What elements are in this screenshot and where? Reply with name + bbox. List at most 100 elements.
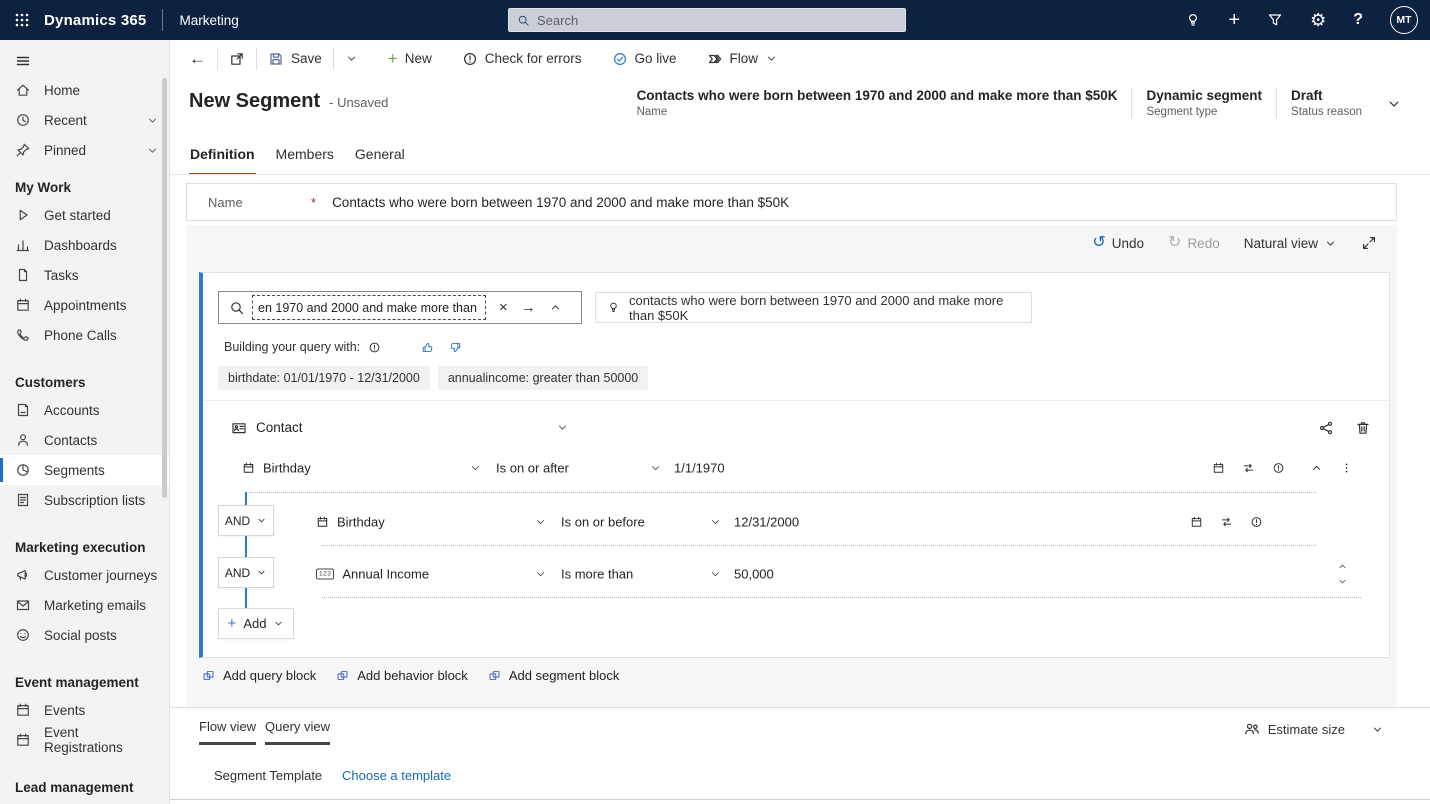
field-dropdown-chevron[interactable]	[534, 567, 547, 580]
chevron-down-icon	[1324, 237, 1337, 250]
tab-members[interactable]: Members	[275, 142, 335, 175]
entity-dropdown-button[interactable]	[556, 421, 569, 434]
estimate-size-button[interactable]: Estimate size	[1244, 721, 1384, 737]
sidebar-item-get-started[interactable]: Get started	[0, 200, 169, 230]
go-live-button[interactable]: Go live	[601, 40, 688, 77]
sidebar-item-dashboards[interactable]: Dashboards	[0, 230, 169, 260]
add-behavior-block-button[interactable]: Add behavior block	[336, 668, 468, 683]
app-name[interactable]: Marketing	[179, 13, 238, 28]
sidebar-item-pinned[interactable]: Pinned	[0, 135, 169, 165]
tab-definition[interactable]: Definition	[189, 142, 256, 175]
save-button[interactable]: Save	[257, 40, 333, 77]
operator-dropdown-chevron[interactable]	[649, 461, 662, 474]
operator-selector[interactable]: Is on or before	[561, 514, 645, 529]
operator-dropdown-chevron[interactable]	[709, 515, 722, 528]
sidebar-item-tasks[interactable]: Tasks	[0, 260, 169, 290]
row-more-button[interactable]	[1331, 461, 1361, 474]
field-dropdown-chevron[interactable]	[469, 461, 482, 474]
expand-designer-button[interactable]	[1353, 235, 1385, 251]
field-selector[interactable]: Birthday	[316, 514, 385, 529]
field-selector[interactable]: 123 Annual Income	[316, 566, 429, 581]
top-app-bar: Dynamics 365 Marketing + ⚙ ? MT	[0, 0, 1430, 40]
flow-button[interactable]: Flow	[696, 40, 790, 77]
collapse-search-button[interactable]	[549, 301, 562, 314]
natural-language-search: × →	[218, 291, 582, 324]
operator-dropdown-chevron[interactable]	[709, 567, 722, 580]
insights-button[interactable]	[1185, 12, 1201, 28]
sidebar-item-phone-calls[interactable]: Phone Calls	[0, 320, 169, 350]
delete-block-button[interactable]	[1355, 420, 1371, 436]
date-picker-button[interactable]	[1181, 515, 1211, 528]
new-button[interactable]: + New	[377, 40, 443, 77]
field-dropdown-chevron[interactable]	[534, 515, 547, 528]
sidebar-item-subscription-lists[interactable]: Subscription lists	[0, 485, 169, 515]
user-avatar[interactable]: MT	[1390, 6, 1418, 34]
add-condition-button[interactable]: + Add	[218, 608, 294, 639]
sidebar-item-social-posts[interactable]: Social posts	[0, 620, 169, 650]
row-info-button[interactable]	[1263, 461, 1293, 474]
clear-query-button[interactable]: ×	[499, 300, 508, 315]
view-mode-dropdown[interactable]: Natural view	[1236, 236, 1345, 251]
thumbs-down-button[interactable]	[449, 341, 462, 354]
global-search-input[interactable]	[537, 13, 897, 28]
row-info-button[interactable]	[1241, 515, 1271, 528]
waffle-menu-button[interactable]	[0, 0, 44, 40]
tab-general[interactable]: General	[354, 142, 406, 175]
stepper-up-button[interactable]	[1337, 561, 1348, 572]
sidebar-item-appointments[interactable]: Appointments	[0, 290, 169, 320]
sidebar-item-contacts[interactable]: Contacts	[0, 425, 169, 455]
redo-button[interactable]: ↻ Redo	[1160, 235, 1228, 251]
flow-view-tab[interactable]: Flow view	[199, 719, 256, 745]
add-segment-block-button[interactable]: Add segment block	[488, 668, 620, 683]
condition-value[interactable]: 1/1/1970	[674, 460, 725, 475]
query-view-tab[interactable]: Query view	[265, 719, 330, 745]
sidebar-item-recent[interactable]: Recent	[0, 105, 169, 135]
sidebar-item-segments[interactable]: Segments	[0, 455, 169, 485]
sidebar-item-accounts[interactable]: Accounts	[0, 395, 169, 425]
sidebar-scrollbar[interactable]	[162, 78, 167, 498]
help-button[interactable]: ?	[1353, 12, 1363, 28]
switch-value-type-button[interactable]	[1211, 515, 1241, 528]
sidebar-item-customer-journeys[interactable]: Customer journeys	[0, 560, 169, 590]
brand-title: Dynamics 365	[44, 12, 146, 29]
save-menu-button[interactable]	[334, 40, 369, 77]
undo-button[interactable]: ↺ Undo	[1084, 235, 1152, 251]
sidebar-item-event-registrations[interactable]: Event Registrations	[0, 725, 169, 755]
logical-operator-dropdown[interactable]: AND	[218, 557, 274, 588]
condition-value[interactable]: 12/31/2000	[734, 514, 799, 529]
operator-selector[interactable]: Is more than	[561, 566, 633, 581]
chevron-down-icon[interactable]	[146, 144, 159, 157]
condition-value[interactable]: 50,000	[734, 566, 774, 581]
sidebar-item-home[interactable]: Home	[0, 75, 169, 105]
chevron-down-icon[interactable]	[146, 114, 159, 127]
logical-operator-dropdown[interactable]: AND	[218, 505, 274, 536]
nl-query-input[interactable]	[252, 295, 486, 320]
submit-query-button[interactable]: →	[521, 300, 536, 315]
date-picker-button[interactable]	[1203, 461, 1233, 474]
sitemap-toggle-button[interactable]	[0, 40, 169, 75]
name-field-value[interactable]: Contacts who were born between 1970 and …	[332, 195, 789, 210]
operator-selector[interactable]: Is on or after	[496, 460, 569, 475]
sidebar-item-marketing-emails[interactable]: Marketing emails	[0, 590, 169, 620]
chevron-down-icon	[1386, 96, 1402, 112]
relationship-button[interactable]	[1318, 420, 1334, 436]
info-icon[interactable]	[368, 341, 381, 354]
quick-create-button[interactable]: +	[1228, 10, 1240, 30]
thumbs-up-button[interactable]	[421, 341, 434, 354]
back-button[interactable]: ←	[178, 40, 217, 77]
field-selector[interactable]: Birthday	[242, 460, 311, 475]
switch-value-type-button[interactable]	[1233, 461, 1263, 474]
entity-name[interactable]: Contact	[256, 420, 303, 435]
choose-template-link[interactable]: Choose a template	[342, 768, 451, 783]
settings-button[interactable]: ⚙	[1310, 11, 1326, 29]
global-search[interactable]	[508, 8, 906, 32]
stepper-down-button[interactable]	[1337, 576, 1348, 587]
header-expand-button[interactable]	[1386, 96, 1402, 112]
filter-button[interactable]	[1267, 12, 1283, 28]
add-query-block-button[interactable]: Add query block	[202, 668, 316, 683]
query-suggestion[interactable]: contacts who were born between 1970 and …	[595, 292, 1032, 323]
open-in-new-window-button[interactable]	[218, 40, 256, 77]
collapse-row-button[interactable]	[1301, 461, 1331, 474]
check-for-errors-button[interactable]: Check for errors	[451, 40, 593, 77]
sidebar-item-events[interactable]: Events	[0, 695, 169, 725]
